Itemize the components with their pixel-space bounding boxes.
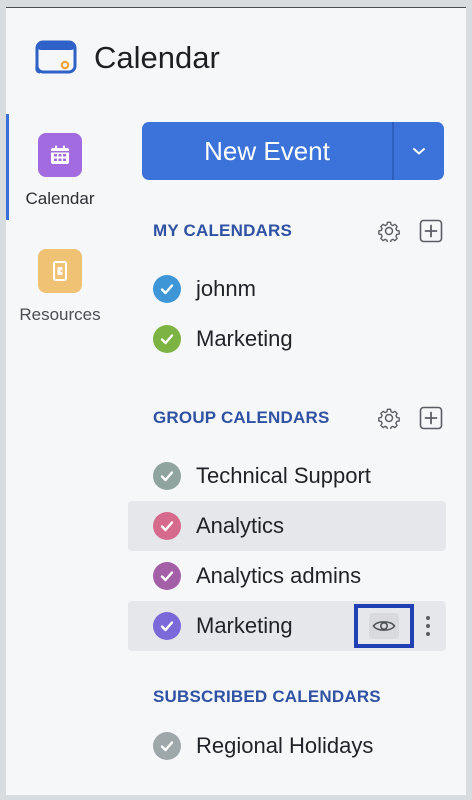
plus-square-icon [419,406,443,430]
calendar-logo-icon [35,40,77,74]
calendar-icon [38,133,82,177]
group-calendars-header: GROUP CALENDARS [153,404,444,432]
my-calendars-settings-button[interactable] [376,218,402,244]
calendar-name: Analytics [196,513,285,538]
app-title: Calendar [94,40,220,75]
subscribed-calendars-header: SUBSCRIBED CALENDARS [153,683,444,711]
rail-active-indicator [6,114,9,220]
new-event-button[interactable]: New Event [142,122,392,180]
rail-item-resources[interactable]: Resources [12,249,108,325]
calendar-sidebar-panel: Calendar Calendar Resources New Event MY… [6,7,466,795]
rail-item-resources-label: Resources [19,305,101,324]
check-icon[interactable] [153,512,181,540]
calendar-item-technical-support[interactable]: Technical Support [128,451,446,501]
visibility-toggle-highlight [354,604,414,648]
check-icon[interactable] [153,562,181,590]
plus-square-icon [419,219,443,243]
calendar-item-regional-holidays[interactable]: Regional Holidays [128,721,446,771]
calendar-name: johnm [196,276,256,301]
calendar-item-analytics[interactable]: Analytics [128,501,446,551]
check-icon[interactable] [153,732,181,760]
group-calendars-settings-button[interactable] [376,405,402,431]
new-event-split-button: New Event [142,122,444,180]
my-calendars-add-button[interactable] [418,218,444,244]
check-icon[interactable] [153,275,181,303]
check-icon[interactable] [153,325,181,353]
chevron-down-icon [413,148,425,155]
calendar-item-analytics-admins[interactable]: Analytics admins [128,551,446,601]
calendar-item-johnm[interactable]: johnm [128,264,446,314]
check-icon[interactable] [153,612,181,640]
rail-item-calendar-label: Calendar [25,189,95,208]
calendar-name: Regional Holidays [196,733,374,758]
new-event-dropdown-button[interactable] [394,122,444,180]
my-calendars-header: MY CALENDARS [153,217,444,245]
my-calendars-title: MY CALENDARS [153,221,293,240]
calendar-name: Marketing [196,613,293,638]
rail-item-calendar[interactable]: Calendar [12,133,108,209]
app-header: Calendar [34,32,220,84]
calendar-name: Analytics admins [196,563,362,588]
group-calendars-title: GROUP CALENDARS [153,408,330,427]
calendar-name: Marketing [196,326,293,351]
more-vertical-icon [426,616,430,636]
calendar-name: Technical Support [196,463,371,488]
gear-icon [378,408,400,429]
check-icon[interactable] [153,462,181,490]
group-calendars-add-button[interactable] [418,405,444,431]
calendar-item-marketing[interactable]: Marketing [128,314,446,364]
calendar-item-group-marketing[interactable]: Marketing [128,601,446,651]
door-icon [38,249,82,293]
gear-icon [378,221,400,242]
subscribed-calendars-title: SUBSCRIBED CALENDARS [153,687,381,706]
visibility-toggle-button[interactable] [369,613,399,639]
eye-icon [372,621,396,631]
more-options-button[interactable] [422,612,434,640]
